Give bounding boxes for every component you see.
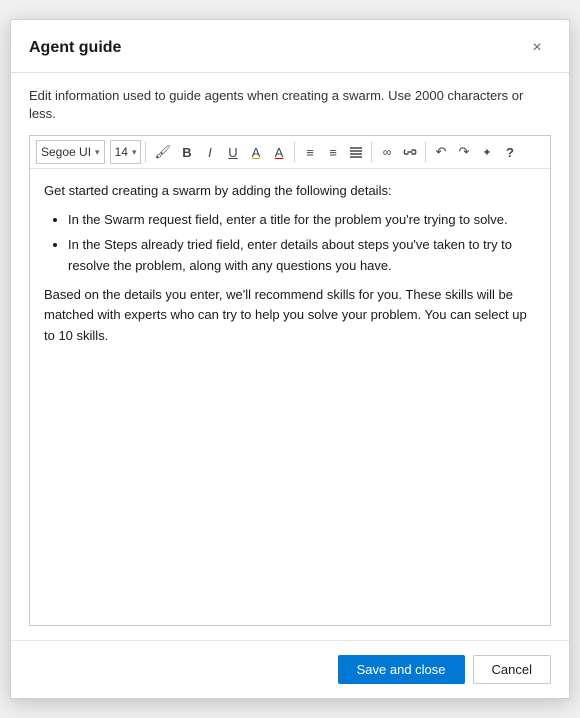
font-color-button[interactable]: A <box>268 140 290 164</box>
agent-guide-dialog: Agent guide × Edit information used to g… <box>10 19 570 699</box>
bullet-item-2: In the Steps already tried field, enter … <box>68 235 536 277</box>
bold-button[interactable]: B <box>176 140 198 164</box>
highlight-button[interactable]: A <box>245 140 267 164</box>
bullet-list: In the Swarm request field, enter a titl… <box>68 210 536 276</box>
redo-button[interactable]: ↷ <box>453 140 475 164</box>
paragraph-text: Based on the details you enter, we'll re… <box>44 285 536 347</box>
align-icon <box>349 145 363 159</box>
close-icon: × <box>532 39 541 57</box>
toolbar-separator-4 <box>425 142 426 162</box>
intro-text: Get started creating a swarm by adding t… <box>44 181 536 202</box>
editor-container: Segoe UI ▾ 14 ▾ 🖌 B I U A A ≡ ≡ <box>29 135 551 626</box>
toolbar-separator-1 <box>145 142 146 162</box>
dialog-header: Agent guide × <box>11 20 569 73</box>
description-text: Edit information used to guide agents wh… <box>29 87 551 123</box>
close-button[interactable]: × <box>523 34 551 62</box>
help-button[interactable]: ? <box>499 140 521 164</box>
dialog-body: Edit information used to guide agents wh… <box>11 73 569 640</box>
toolbar-separator-3 <box>371 142 372 162</box>
font-size-select[interactable]: 14 ▾ <box>110 140 142 164</box>
bullets-button[interactable]: ≡ <box>299 140 321 164</box>
font-size-chevron: ▾ <box>132 147 137 158</box>
cancel-button[interactable]: Cancel <box>473 655 551 684</box>
save-close-button[interactable]: Save and close <box>338 655 465 684</box>
font-family-select[interactable]: Segoe UI ▾ <box>36 140 105 164</box>
insert-link-button[interactable] <box>399 140 421 164</box>
underline-button[interactable]: U <box>222 140 244 164</box>
editor-content[interactable]: Get started creating a swarm by adding t… <box>30 169 550 625</box>
dialog-title: Agent guide <box>29 39 121 57</box>
align-button[interactable] <box>345 140 367 164</box>
undo-button[interactable]: ↶ <box>430 140 452 164</box>
insert-link-icon <box>403 147 417 157</box>
link-button[interactable]: ∞ <box>376 140 398 164</box>
numbering-button[interactable]: ≡ <box>322 140 344 164</box>
clear-format-button[interactable]: ✦ <box>476 140 498 164</box>
italic-button[interactable]: I <box>199 140 221 164</box>
toolbar: Segoe UI ▾ 14 ▾ 🖌 B I U A A ≡ ≡ <box>30 136 550 169</box>
font-family-chevron: ▾ <box>95 147 100 158</box>
bullet-item-1: In the Swarm request field, enter a titl… <box>68 210 536 231</box>
format-painter-button[interactable]: 🖌 <box>150 140 175 164</box>
toolbar-separator-2 <box>294 142 295 162</box>
dialog-footer: Save and close Cancel <box>11 640 569 698</box>
